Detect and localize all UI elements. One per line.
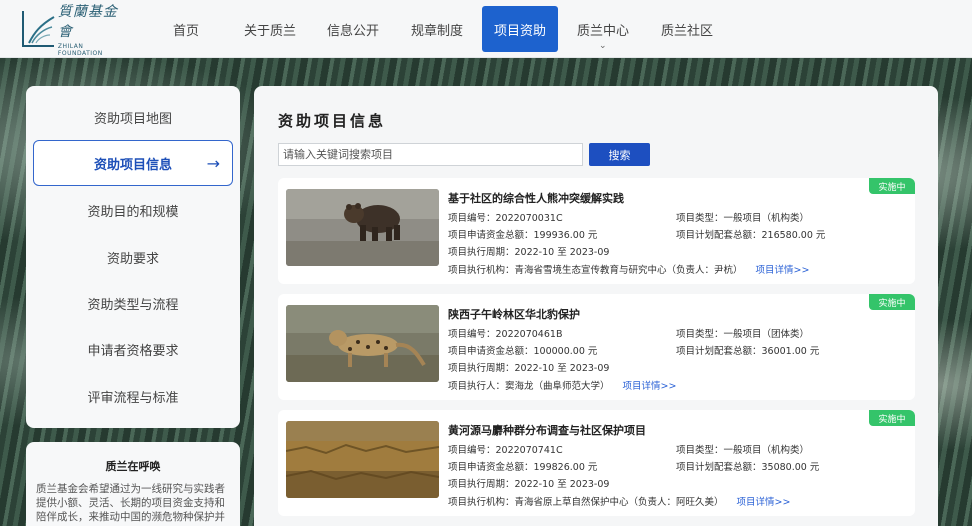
project-org-line: 项目执行机构：青海省雪境生态宣传教育与研究中心（负责人：尹杭） 项目详情>>	[448, 262, 809, 276]
sidebar-item-review[interactable]: 评审流程与标准	[26, 373, 240, 419]
nav-disclosure[interactable]: 信息公开	[322, 0, 384, 58]
project-type: 项目类型：一般项目（团体类）	[676, 329, 810, 340]
sidebar-menu: 资助项目地图 资助项目信息 → 资助目的和规模 资助要求 资助类型与流程 申请者…	[26, 86, 240, 428]
project-executor: 项目执行人：窦海龙（曲阜师范大学）	[448, 381, 610, 392]
project-title[interactable]: 基于社区的综合性人熊冲突缓解实践	[448, 190, 624, 206]
nav-community[interactable]: 质兰社区	[656, 0, 718, 58]
sidebar-item-eligibility[interactable]: 申请者资格要求	[26, 326, 240, 372]
status-badge: 实施中	[869, 410, 915, 426]
brand-name-cn: 質蘭基金會	[57, 4, 118, 40]
project-detail-link[interactable]: 项目详情>>	[623, 381, 677, 392]
callout-title: 质兰在呼唤	[105, 460, 161, 473]
nav-project-funding[interactable]: 项目资助	[482, 6, 558, 52]
project-type: 项目类型：一般项目（机构类）	[676, 213, 810, 224]
nav-community-label: 质兰社区	[660, 23, 713, 39]
sidebar-item-label: 资助要求	[106, 251, 159, 267]
project-id: 项目编号：2022070741C	[448, 445, 563, 456]
sidebar-item-purpose-scale[interactable]: 资助目的和规模	[26, 187, 240, 233]
sidebar-item-label: 资助类型与流程	[87, 297, 179, 313]
project-amount: 项目申请资金总额：199936.00 元	[448, 230, 598, 241]
project-id: 项目编号：2022070031C	[448, 213, 563, 224]
sidebar-item-label: 评审流程与标准	[87, 390, 179, 406]
brand-name-en: ZHILAN FOUNDATION	[57, 43, 103, 57]
project-card: 实施中 陕西子午岭林区华北豹保护 项目编号：2022070461B 项目类型：一…	[278, 294, 915, 400]
project-period: 项目执行周期：2022-10 至 2023-09	[448, 247, 610, 258]
project-amount: 项目申请资金总额：199826.00 元	[448, 462, 598, 473]
orchid-logo-icon	[22, 11, 55, 47]
zhilan-logo[interactable]: 質蘭基金會 ZHILAN FOUNDATION	[22, 4, 128, 57]
top-navigation-bar: 質蘭基金會 ZHILAN FOUNDATION 首页 关于质兰 信息公开 规章制…	[0, 0, 972, 58]
nav-about[interactable]: 关于质兰	[240, 0, 300, 58]
project-period: 项目执行周期：2022-10 至 2023-09	[448, 479, 610, 490]
project-period: 项目执行周期：2022-10 至 2023-09	[448, 363, 610, 374]
nav-project-funding-label: 项目资助	[493, 23, 546, 39]
project-title[interactable]: 黄河源马麝种群分布调查与社区保护项目	[448, 422, 646, 438]
nav-home[interactable]: 首页	[160, 0, 212, 58]
chevron-down-icon: ⌄	[599, 41, 607, 51]
project-matching: 项目计划配套总额：36001.00 元	[676, 346, 820, 357]
sidebar-item-funding-info[interactable]: 资助项目信息 →	[33, 140, 233, 186]
project-type: 项目类型：一般项目（机构类）	[676, 445, 810, 456]
leopard-photo[interactable]	[286, 305, 439, 382]
project-amount: 项目申请资金总额：100000.00 元	[448, 346, 598, 357]
nav-zhilan-center[interactable]: 质兰中心 ⌄	[572, 0, 634, 58]
project-org: 项目执行机构：青海省雪境生态宣传教育与研究中心（负责人：尹杭）	[448, 265, 743, 276]
nav-about-label: 关于质兰	[243, 23, 296, 39]
callout-body: 质兰基金会希望通过为一线研究与实践者提供小额、灵活、长期的项目资金支持和陪伴成长…	[36, 483, 225, 523]
status-badge: 实施中	[869, 294, 915, 310]
sidebar-item-label: 资助项目信息	[93, 157, 172, 173]
sidebar-item-label: 资助项目地图	[93, 111, 172, 127]
arrow-right-icon: →	[206, 153, 220, 173]
project-card: 实施中 基于社区的综合性人熊冲突缓解实践 项目编号：2022070031C 项目…	[278, 178, 915, 284]
sidebar-item-types-process[interactable]: 资助类型与流程	[26, 280, 240, 326]
project-card: 实施中 黄河源马麝种群分布调查与社区保护项目 项目编号：2022070741C …	[278, 410, 915, 516]
project-title[interactable]: 陕西子午岭林区华北豹保护	[448, 306, 580, 322]
nav-home-label: 首页	[172, 23, 199, 39]
nav-regulations-label: 规章制度	[410, 23, 463, 39]
page-title: 资助项目信息	[278, 112, 387, 130]
search-button[interactable]: 搜索	[589, 143, 650, 166]
nav-disclosure-label: 信息公开	[326, 23, 379, 39]
nav-zhilan-center-label: 质兰中心	[576, 23, 629, 39]
project-org-line: 项目执行人：窦海龙（曲阜师范大学） 项目详情>>	[448, 378, 676, 392]
sidebar-item-funding-map[interactable]: 资助项目地图	[26, 94, 240, 140]
main-panel: 资助项目信息 搜索 实施中 基于社区的综合性人熊冲突缓解实践 项目编号：2022…	[254, 86, 938, 526]
nav-regulations[interactable]: 规章制度	[406, 0, 468, 58]
project-org-line: 项目执行机构：青海省原上草自然保护中心（负责人：阿旺久美） 项目详情>>	[448, 494, 790, 508]
project-org: 项目执行机构：青海省原上草自然保护中心（负责人：阿旺久美）	[448, 497, 724, 508]
project-matching: 项目计划配套总额：216580.00 元	[676, 230, 826, 241]
call-for-applications-box: 质兰在呼唤 质兰基金会希望通过为一线研究与实践者提供小额、灵活、长期的项目资金支…	[26, 442, 240, 526]
project-id: 项目编号：2022070461B	[448, 329, 563, 340]
grassland-photo[interactable]	[286, 421, 439, 498]
sidebar-item-label: 申请者资格要求	[87, 343, 179, 359]
project-matching: 项目计划配套总额：35080.00 元	[676, 462, 820, 473]
bear-photo[interactable]	[286, 189, 439, 266]
project-detail-link[interactable]: 项目详情>>	[756, 265, 810, 276]
status-badge: 实施中	[869, 178, 915, 194]
sidebar-item-label: 资助目的和规模	[87, 204, 179, 220]
project-detail-link[interactable]: 项目详情>>	[737, 497, 791, 508]
sidebar-item-requirements[interactable]: 资助要求	[26, 234, 240, 280]
search-input[interactable]	[278, 143, 583, 166]
